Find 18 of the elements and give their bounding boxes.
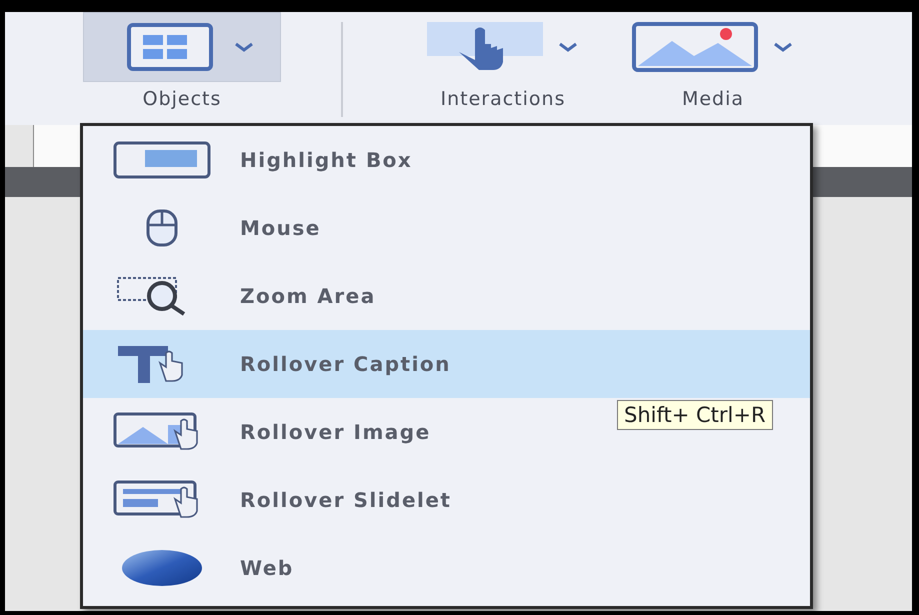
menu-item[interactable]: Rollover Slidelet xyxy=(83,466,603,534)
chevron-icon xyxy=(233,41,255,53)
toolbar-button[interactable]: Interactions xyxy=(403,12,603,110)
menu-item[interactable]: Highlight Box xyxy=(83,126,603,194)
shortcut-tooltip: Shift+ Ctrl+R xyxy=(617,400,773,430)
menu-item[interactable]: Rollover Caption xyxy=(83,330,810,398)
chevron-icon xyxy=(772,41,794,53)
toolbar-button[interactable]: Media xyxy=(623,12,803,110)
menu-item[interactable]: Rollover Image xyxy=(83,398,603,466)
highlight-box-icon xyxy=(112,141,210,179)
mouse-icon xyxy=(144,209,178,247)
chevron-icon xyxy=(557,41,579,53)
menu-item[interactable]: Mouse xyxy=(83,194,603,262)
globe-icon xyxy=(120,548,204,588)
image-icon xyxy=(632,21,758,73)
menu-item[interactable]: Zoom Area xyxy=(83,262,603,330)
menu-item[interactable]: Web xyxy=(83,534,603,602)
hand-icon xyxy=(427,22,543,72)
